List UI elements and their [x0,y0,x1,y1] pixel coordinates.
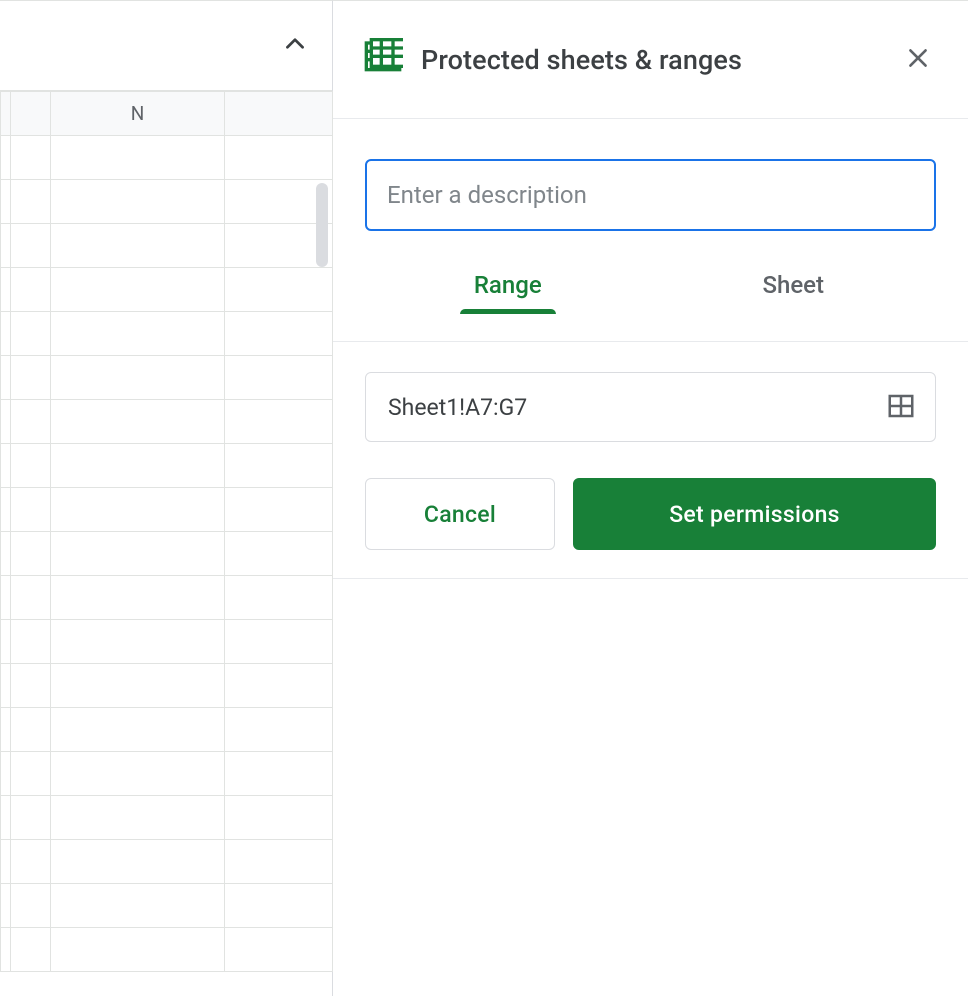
table-row[interactable] [1,576,333,620]
spreadsheet-grid-area: N [0,0,332,996]
table-row[interactable] [1,356,333,400]
table-row[interactable] [1,400,333,444]
table-row[interactable] [1,620,333,664]
grid-icon [886,391,916,424]
column-header[interactable] [225,92,333,136]
range-sheet-tabs: Range Sheet [365,259,936,313]
spreadsheet-grid[interactable]: N [0,91,332,972]
column-header-row: N [1,92,333,136]
scrollbar-thumb[interactable] [316,183,328,267]
panel-buttons: Cancel Set permissions [365,478,936,550]
table-row[interactable] [1,180,333,224]
description-input[interactable] [365,159,936,231]
panel-description-section: Range Sheet [333,119,968,342]
tab-sheet[interactable]: Sheet [651,259,937,313]
table-row[interactable] [1,532,333,576]
table-row[interactable] [1,444,333,488]
formula-bar-collapse-row [0,1,332,91]
panel-header: Protected sheets & ranges [333,1,968,119]
table-row[interactable] [1,488,333,532]
close-icon [905,45,931,74]
chevron-up-icon[interactable] [282,31,308,61]
select-data-range-button[interactable] [885,391,917,423]
table-row[interactable] [1,796,333,840]
table-row[interactable] [1,268,333,312]
column-header[interactable] [1,92,11,136]
column-header-n[interactable]: N [51,92,225,136]
range-field [365,372,936,442]
vertical-scrollbar[interactable] [316,183,330,963]
table-row[interactable] [1,840,333,884]
panel-title: Protected sheets & ranges [421,44,880,76]
column-header[interactable] [11,92,51,136]
table-row[interactable] [1,136,333,180]
table-row[interactable] [1,312,333,356]
cancel-button[interactable]: Cancel [365,478,555,550]
range-input[interactable] [386,393,885,422]
protected-ranges-panel: Protected sheets & ranges Range Sheet [332,0,968,996]
table-row[interactable] [1,884,333,928]
sheets-icon [363,38,403,82]
table-row[interactable] [1,928,333,972]
table-row[interactable] [1,752,333,796]
table-row[interactable] [1,708,333,752]
tab-range[interactable]: Range [365,259,651,313]
table-row[interactable] [1,664,333,708]
panel-range-section: Cancel Set permissions [333,342,968,579]
close-button[interactable] [898,40,938,80]
set-permissions-button[interactable]: Set permissions [573,478,936,550]
table-row[interactable] [1,224,333,268]
